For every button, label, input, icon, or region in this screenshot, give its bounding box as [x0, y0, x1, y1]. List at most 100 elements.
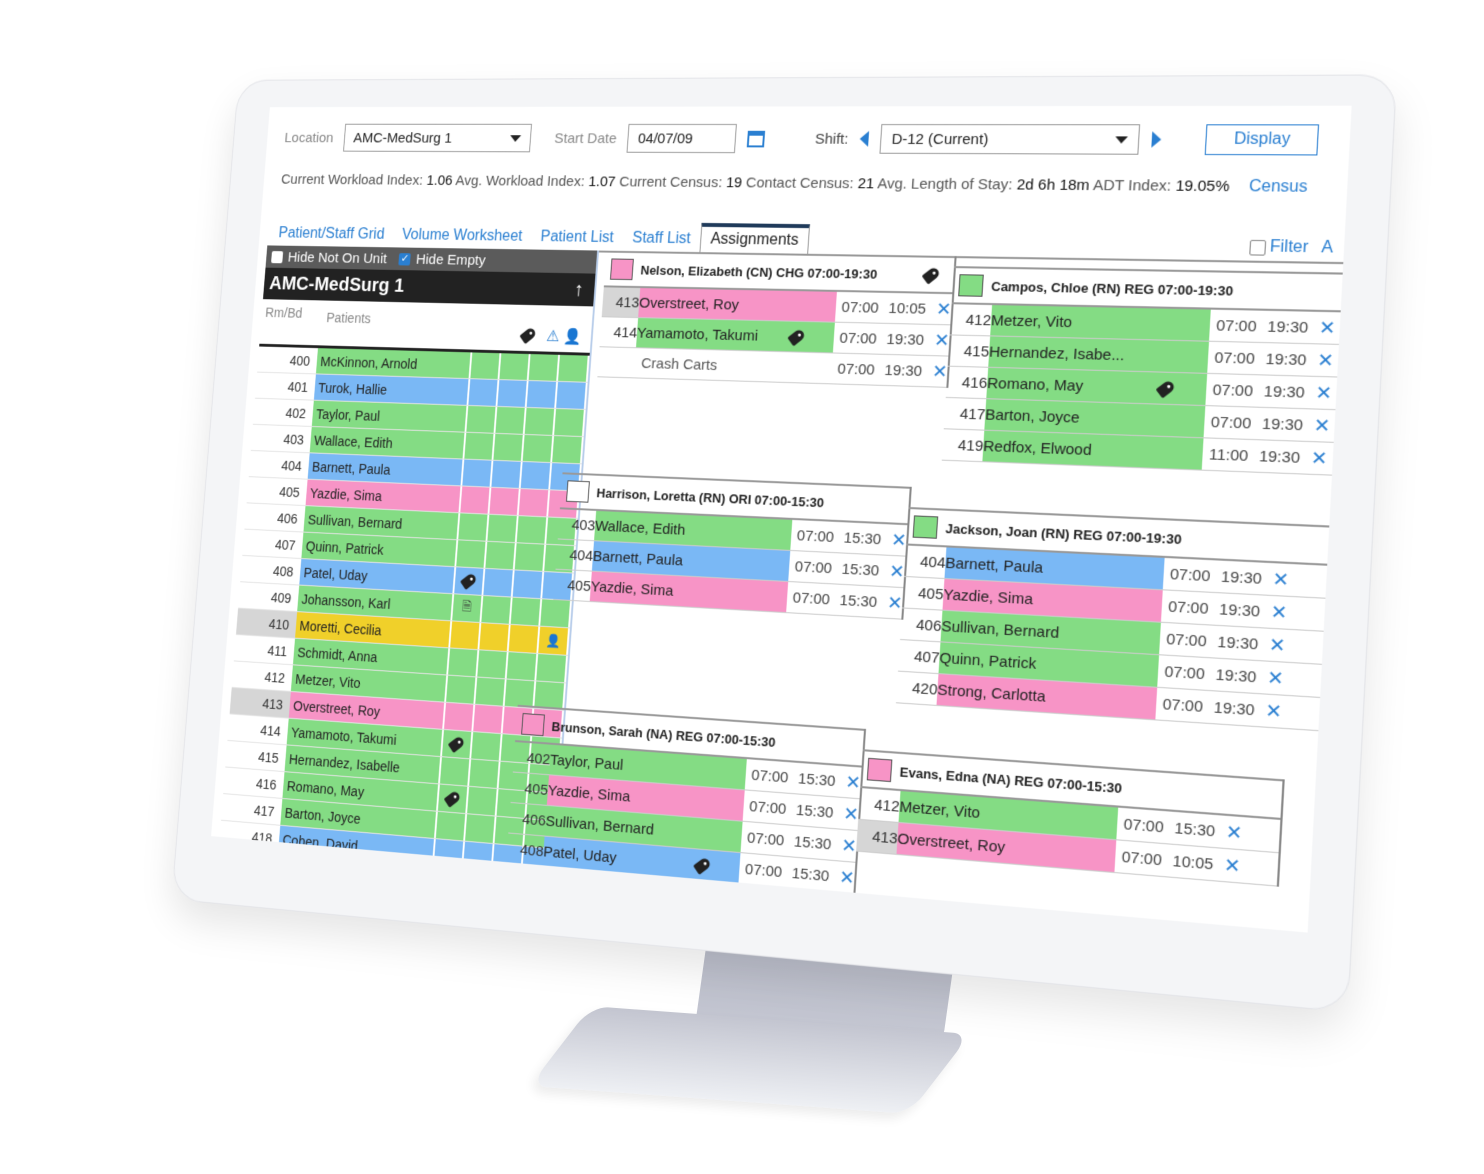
remove-icon[interactable]: ✕ — [845, 771, 861, 794]
patient-cell[interactable] — [446, 675, 478, 704]
patient-cell[interactable] — [487, 514, 519, 543]
remove-icon[interactable]: ✕ — [839, 866, 855, 889]
remove-icon[interactable]: ✕ — [1310, 447, 1328, 470]
patient-cell[interactable] — [463, 841, 495, 871]
patient-cell[interactable] — [528, 354, 560, 381]
patient-cell[interactable] — [512, 570, 545, 599]
patient-cell[interactable] — [479, 623, 511, 652]
patient-cell[interactable] — [466, 405, 498, 433]
patient-cell[interactable] — [458, 513, 490, 541]
patient-cell[interactable] — [441, 729, 474, 759]
hide-not-on-unit-checkbox[interactable] — [271, 250, 284, 263]
patient-cell[interactable] — [465, 814, 497, 844]
patient-cell[interactable] — [514, 543, 547, 572]
patient-cell[interactable] — [493, 433, 525, 461]
remove-icon[interactable]: ✕ — [933, 330, 950, 352]
patient-cell[interactable] — [516, 516, 549, 544]
patient-cell[interactable] — [554, 408, 586, 437]
remove-icon[interactable]: ✕ — [1224, 854, 1242, 878]
next-shift-arrow-icon[interactable] — [1151, 131, 1163, 148]
patient-cell[interactable] — [470, 352, 502, 380]
patient-cell[interactable] — [448, 648, 480, 677]
patient-cell[interactable] — [483, 568, 515, 597]
patient-cell[interactable] — [491, 460, 523, 489]
remove-icon[interactable]: ✕ — [1272, 568, 1290, 591]
patient-name[interactable]: Turok, Hallie — [313, 374, 471, 405]
remove-icon[interactable]: ✕ — [935, 298, 951, 319]
hide-empty-checkbox[interactable]: ✓ — [398, 252, 412, 266]
patient-cell[interactable] — [433, 839, 466, 869]
patient-name[interactable]: McKinnon, Arnold — [315, 348, 473, 379]
remove-icon[interactable]: ✕ — [1319, 317, 1337, 339]
patient-cell[interactable] — [540, 599, 572, 628]
patient-cell[interactable] — [439, 757, 472, 786]
patient-cell[interactable]: 👤 — [538, 626, 570, 655]
patient-cell[interactable] — [471, 732, 503, 761]
remove-icon[interactable]: ✕ — [1317, 349, 1335, 371]
patient-cell[interactable] — [520, 874, 552, 904]
shift-select[interactable]: D-12 (Current) — [879, 124, 1141, 155]
patient-name[interactable]: Hernandez, Isabe... — [988, 336, 1209, 373]
patient-cell[interactable] — [435, 811, 468, 841]
remove-icon[interactable]: ✕ — [889, 560, 905, 582]
patient-name[interactable]: Overstreet, Roy — [638, 288, 837, 322]
patient-cell[interactable] — [518, 488, 551, 517]
patient-cell[interactable] — [477, 650, 509, 679]
patient-cell[interactable] — [524, 407, 557, 436]
patient-cell[interactable] — [510, 597, 543, 626]
start-date-input[interactable]: 04/07/09 — [626, 123, 738, 154]
patient-cell[interactable] — [489, 487, 521, 516]
remove-icon[interactable]: ✕ — [837, 898, 853, 921]
remove-icon[interactable]: ✕ — [886, 592, 903, 614]
patient-cell[interactable] — [526, 380, 558, 408]
tab-patient-list[interactable]: Patient List — [531, 225, 624, 251]
arrow-up-icon[interactable]: ↑ — [573, 279, 584, 301]
tab-volume-worksheet[interactable]: Volume Worksheet — [392, 223, 532, 250]
patient-cell[interactable] — [454, 567, 486, 595]
patient-cell[interactable] — [497, 380, 529, 407]
patient-cell[interactable] — [504, 679, 537, 708]
filter-trailing-link[interactable]: A — [1321, 239, 1334, 258]
patient-cell[interactable] — [473, 704, 505, 734]
patient-cell[interactable] — [556, 381, 588, 409]
remove-icon[interactable]: ✕ — [841, 834, 857, 857]
previous-shift-arrow-icon[interactable] — [859, 130, 870, 147]
location-select[interactable]: AMC-MedSurg 1 — [342, 123, 532, 153]
remove-icon[interactable]: ✕ — [891, 529, 907, 551]
display-button[interactable]: Display — [1205, 124, 1320, 156]
remove-icon[interactable]: ✕ — [843, 803, 859, 826]
patient-name[interactable]: Redfox, Elwood — [276, 852, 434, 893]
census-link[interactable]: Census — [1248, 178, 1307, 196]
patient-cell[interactable]: ◆ — [431, 866, 463, 896]
patient-cell[interactable] — [450, 621, 482, 650]
patient-cell[interactable] — [475, 677, 507, 706]
patient-name[interactable]: Redfox, Elwood — [982, 430, 1204, 470]
patient-cell[interactable] — [508, 624, 541, 654]
patient-cell[interactable] — [444, 702, 476, 732]
patient-cell[interactable] — [520, 461, 553, 490]
patient-cell[interactable] — [468, 379, 500, 406]
patient-cell[interactable] — [499, 353, 531, 381]
patient-cell[interactable] — [462, 459, 494, 487]
tab-assignments[interactable]: Assignments — [699, 222, 811, 254]
patient-cell[interactable] — [536, 654, 568, 683]
patient-cell[interactable] — [481, 595, 513, 624]
filter-toggle[interactable]: Filter A — [1248, 238, 1334, 262]
remove-icon[interactable]: ✕ — [1315, 382, 1333, 405]
remove-icon[interactable]: ✕ — [1225, 821, 1243, 845]
patient-cell[interactable] — [506, 652, 539, 681]
patient-cell[interactable] — [464, 432, 496, 460]
patient-cell[interactable] — [522, 434, 555, 463]
patient-cell[interactable] — [467, 786, 499, 816]
patient-name[interactable]: Yamamoto, Takumi — [636, 318, 835, 353]
remove-icon[interactable]: ✕ — [1270, 601, 1288, 624]
patient-cell[interactable] — [485, 541, 517, 570]
tab-patient-staff-grid[interactable]: Patient/Staff Grid — [269, 221, 394, 247]
filter-checkbox[interactable] — [1248, 239, 1266, 256]
patient-cell[interactable] — [460, 486, 492, 514]
remove-icon[interactable]: ✕ — [1267, 666, 1285, 689]
remove-icon[interactable]: ✕ — [1265, 699, 1283, 722]
patient-cell[interactable] — [495, 406, 527, 434]
patient-cell[interactable] — [490, 871, 523, 902]
patient-cell[interactable]: 🗎 — [452, 594, 484, 623]
